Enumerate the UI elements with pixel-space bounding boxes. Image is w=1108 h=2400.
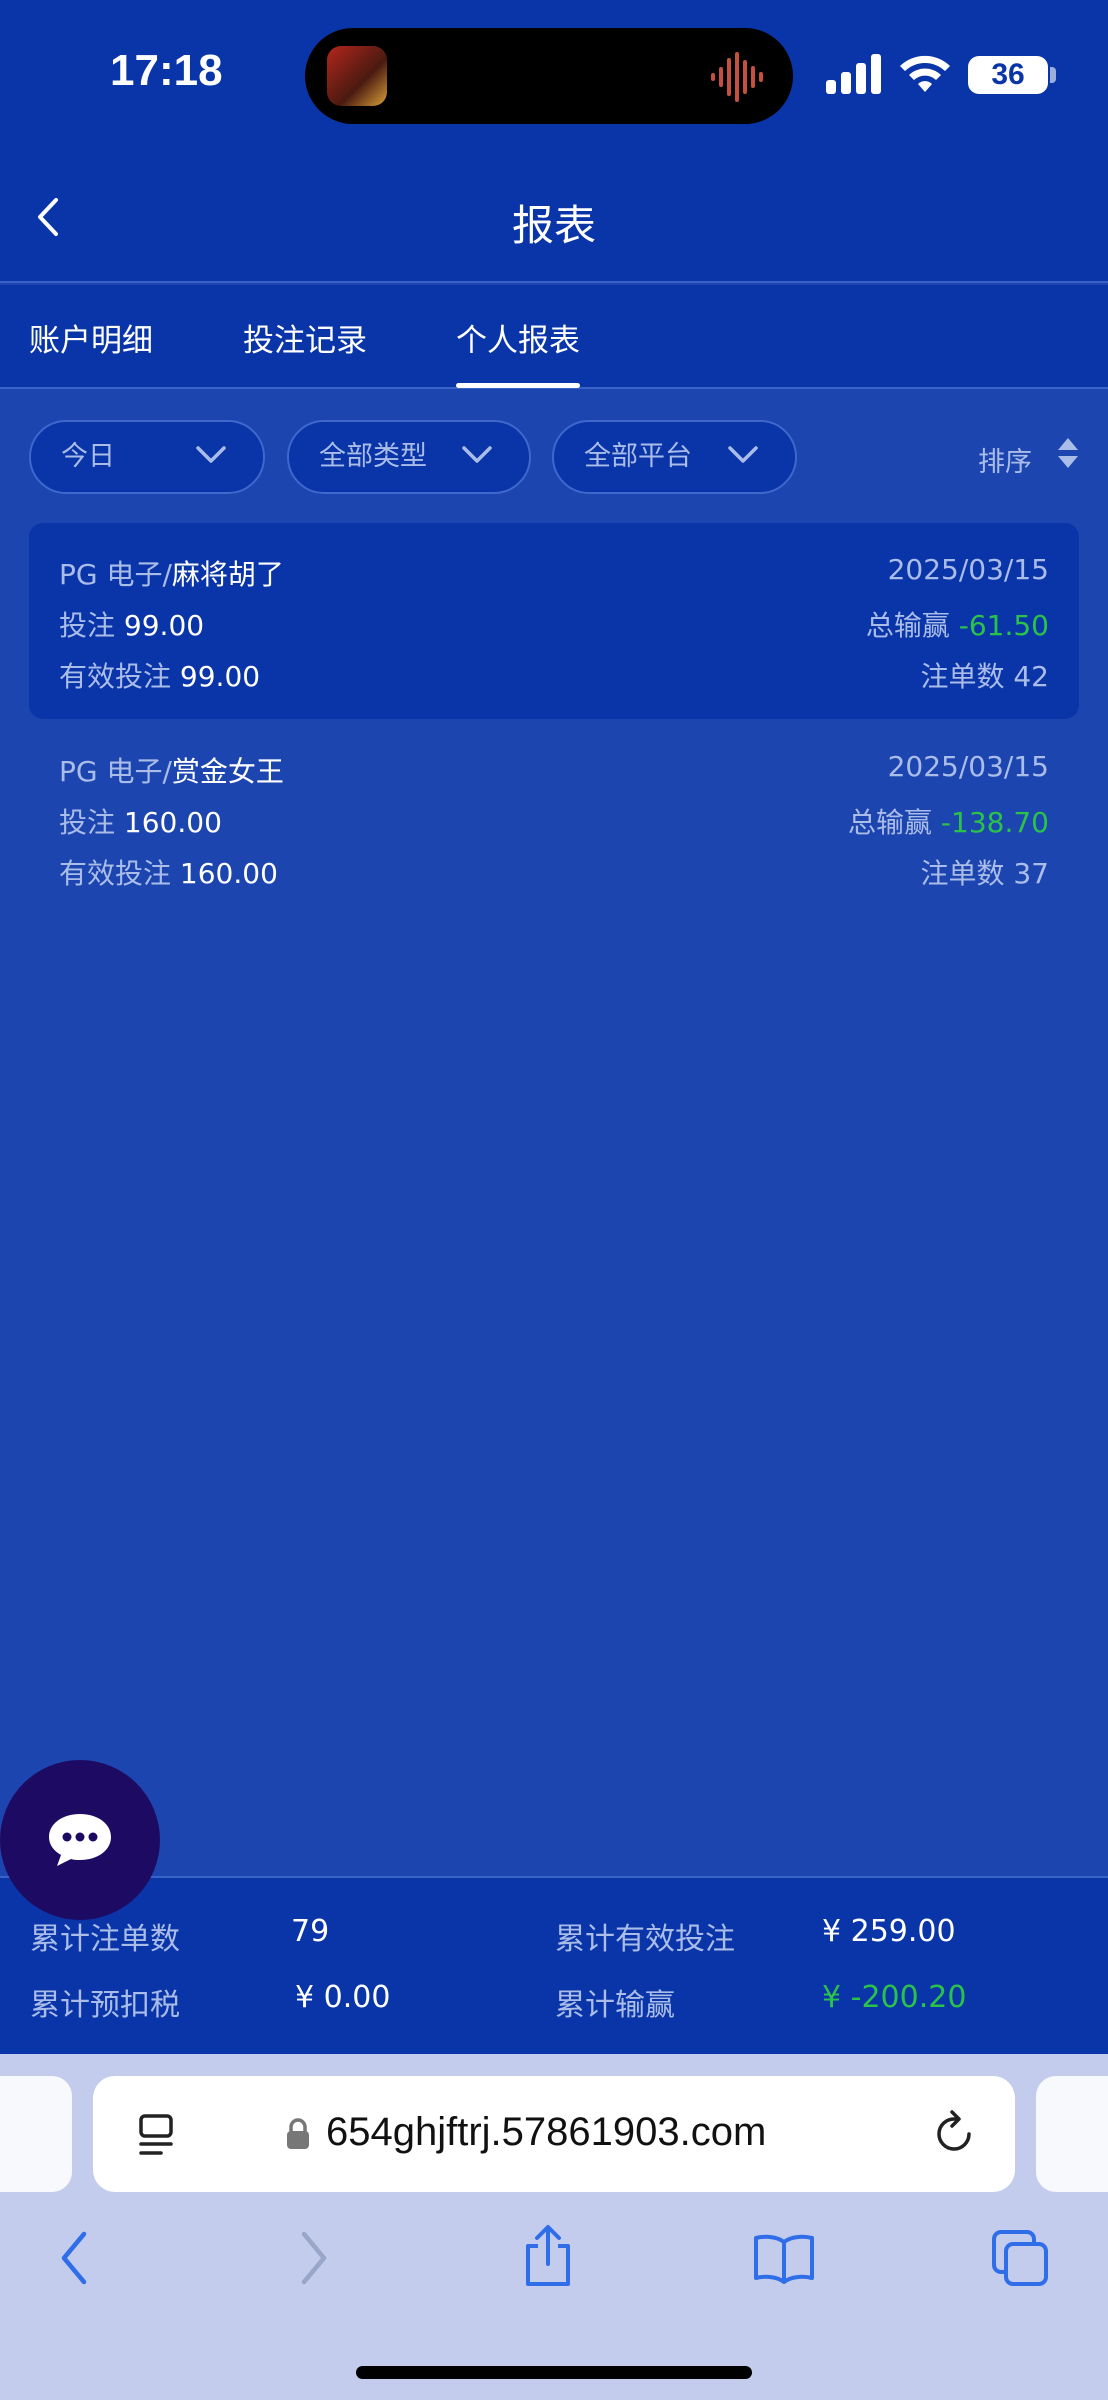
cellular-signal-icon: [826, 54, 881, 94]
browser-back-icon[interactable]: [56, 2230, 92, 2286]
total-valid-bet-value: ¥ 259.00: [822, 1914, 956, 1949]
home-indicator: [356, 2366, 752, 2379]
sort-button[interactable]: 排序: [978, 440, 1032, 479]
bookmarks-icon[interactable]: [752, 2232, 816, 2284]
report-record-card[interactable]: PG 电子/赏金女王 2025/03/15 投注 160.00 总输赢 -138…: [29, 720, 1079, 916]
sort-arrows-icon[interactable]: [1056, 436, 1080, 470]
record-bet-count: 注单数 42: [920, 660, 1049, 693]
navigation-bar: 报表: [0, 170, 1108, 283]
reload-icon[interactable]: [933, 2108, 977, 2158]
record-win-loss: 总输赢 -138.70: [848, 806, 1049, 839]
record-date: 2025/03/15: [887, 553, 1049, 586]
filter-bar: 今日 全部类型 全部平台 排序: [0, 420, 1108, 494]
platform-filter-label: 全部平台: [584, 441, 692, 472]
tax-value: ¥ 0.00: [295, 1980, 391, 2015]
chevron-down-icon: [728, 446, 758, 463]
chat-support-button[interactable]: [0, 1760, 160, 1920]
record-game-name: PG 电子/赏金女王: [59, 755, 284, 788]
previous-tab-preview[interactable]: [0, 2076, 72, 2192]
chevron-down-icon: [462, 446, 492, 463]
status-bar: 17:18 36: [0, 0, 1108, 150]
total-count-label: 累计注单数: [30, 1922, 180, 1957]
summary-panel: 累计注单数 79 累计有效投注 ¥ 259.00 累计预扣税 ¥ 0.00 累计…: [0, 1876, 1108, 2054]
tab-account-details[interactable]: 账户明细: [29, 315, 153, 360]
total-win-loss-label: 累计输赢: [555, 1988, 675, 2023]
page-menu-icon[interactable]: [137, 2112, 179, 2158]
browser-toolbar: 654ghjftrj.57861903.com: [0, 2054, 1108, 2400]
record-valid-bet: 有效投注 99.00: [59, 660, 261, 693]
record-valid-bet: 有效投注 160.00: [59, 857, 278, 890]
chat-bubble-icon: [49, 1814, 111, 1866]
address-bar[interactable]: 654ghjftrj.57861903.com: [93, 2076, 1015, 2192]
tax-label: 累计预扣税: [30, 1988, 180, 2023]
tab-personal-report[interactable]: 个人报表: [456, 315, 580, 388]
platform-filter-dropdown[interactable]: 全部平台: [552, 420, 797, 494]
date-filter-label: 今日: [61, 441, 115, 472]
url-text[interactable]: 654ghjftrj.57861903.com: [326, 2110, 766, 2155]
tab-bar: 账户明细 投注记录 个人报表: [0, 285, 1108, 389]
now-playing-artwork: [327, 46, 387, 106]
next-tab-preview[interactable]: [1036, 2076, 1108, 2192]
type-filter-dropdown[interactable]: 全部类型: [287, 420, 531, 494]
lock-icon: [287, 2118, 309, 2149]
page-title: 报表: [511, 201, 596, 250]
browser-forward-icon[interactable]: [296, 2230, 332, 2286]
record-bet: 投注 99.00: [59, 609, 205, 642]
dynamic-island: [305, 28, 793, 124]
date-filter-dropdown[interactable]: 今日: [29, 420, 265, 494]
chevron-down-icon: [196, 446, 226, 463]
type-filter-label: 全部类型: [319, 441, 427, 472]
record-win-loss: 总输赢 -61.50: [865, 609, 1049, 642]
wifi-icon: [900, 55, 950, 92]
battery-cap: [1050, 67, 1056, 83]
record-bet: 投注 160.00: [59, 806, 222, 839]
battery-indicator: 36: [968, 56, 1048, 94]
tabs-overview-icon[interactable]: [990, 2228, 1050, 2288]
tab-bet-records[interactable]: 投注记录: [243, 315, 367, 360]
status-time: 17:18: [110, 46, 223, 95]
share-icon[interactable]: [522, 2224, 574, 2288]
total-count-value: 79: [291, 1914, 330, 1949]
record-date: 2025/03/15: [887, 750, 1049, 783]
record-game-name: PG 电子/麻将胡了: [59, 558, 284, 591]
audio-waveform-icon: [711, 52, 763, 102]
report-record-card[interactable]: PG 电子/麻将胡了 2025/03/15 投注 99.00 总输赢 -61.5…: [29, 523, 1079, 719]
record-bet-count: 注单数 37: [920, 857, 1049, 890]
total-win-loss-value: ¥ -200.20: [822, 1980, 967, 2015]
total-valid-bet-label: 累计有效投注: [555, 1922, 735, 1957]
